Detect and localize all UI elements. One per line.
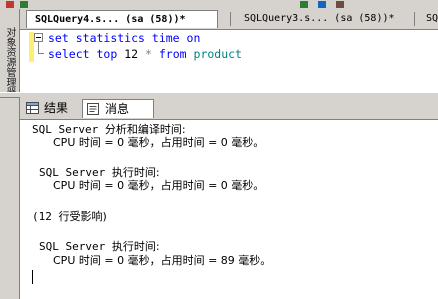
table-name: product — [193, 47, 242, 61]
message-cpu-line-3: CPU 时间 = 0 毫秒，占用时间 = 89 毫秒。 — [53, 254, 272, 267]
message-cpu-line-1: CPU 时间 = 0 毫秒，占用时间 = 0 毫秒。 — [53, 136, 265, 149]
query-options-icon[interactable] — [336, 1, 344, 8]
execute-icon[interactable] — [20, 1, 28, 8]
object-explorer-sidebar[interactable]: 对象资源管理器 — [0, 9, 20, 299]
debug-icon[interactable] — [300, 1, 308, 8]
keyword-time: time — [151, 31, 180, 45]
tab-separator — [230, 12, 231, 26]
messages-pane[interactable]: SQL Server 分析和编译时间: CPU 时间 = 0 毫秒，占用时间 =… — [20, 120, 438, 299]
tab-overflow[interactable]: SQ — [418, 10, 438, 28]
editor-tab-bar: SQLQuery4.s... (sa (58))* SQLQuery3.s...… — [20, 9, 438, 30]
outline-line-end — [38, 53, 44, 54]
code-line-2: select top 12 * from product — [48, 46, 242, 62]
tab-separator — [414, 12, 415, 26]
collapse-icon[interactable] — [34, 33, 43, 42]
tab-sqlquery3[interactable]: SQLQuery3.s... (sa (58))* — [236, 10, 411, 28]
keyword-on: on — [186, 31, 201, 45]
tab-results[interactable]: 结果 — [22, 99, 78, 118]
query-editor[interactable]: set statistics time on select top 12 * f… — [20, 30, 438, 92]
sidebar-label: 对象资源管理器 — [4, 27, 15, 97]
keyword-top: top — [96, 47, 118, 61]
text-cursor — [32, 270, 33, 284]
keyword-statistics: statistics — [75, 31, 145, 45]
grid-icon — [26, 102, 39, 114]
message-header-exec-2: SQL Server 执行时间: — [39, 240, 160, 253]
keyword-set: set — [48, 31, 69, 45]
results-tab-bar: 结果 消息 — [20, 97, 438, 120]
message-rows-affected: (12 行受影响) — [32, 210, 107, 223]
parse-icon[interactable] — [318, 1, 326, 8]
message-header-parse-compile: SQL Server 分析和编译时间: — [32, 123, 186, 136]
operator-star: * — [145, 47, 152, 61]
tab-messages[interactable]: 消息 — [82, 99, 154, 118]
tab-messages-label: 消息 — [105, 102, 130, 116]
code-line-1: set statistics time on — [48, 30, 200, 46]
keyword-from: from — [158, 47, 187, 61]
keyword-select: select — [48, 47, 90, 61]
message-header-exec-1: SQL Server 执行时间: — [39, 166, 160, 179]
stop-icon[interactable] — [6, 1, 14, 8]
tab-results-label: 结果 — [44, 101, 69, 115]
message-cpu-line-2: CPU 时间 = 0 毫秒，占用时间 = 0 毫秒。 — [53, 179, 265, 192]
message-icon — [87, 103, 99, 115]
tab-sqlquery4[interactable]: SQLQuery4.s... (sa (58))* — [26, 10, 218, 28]
literal-count: 12 — [124, 47, 139, 61]
